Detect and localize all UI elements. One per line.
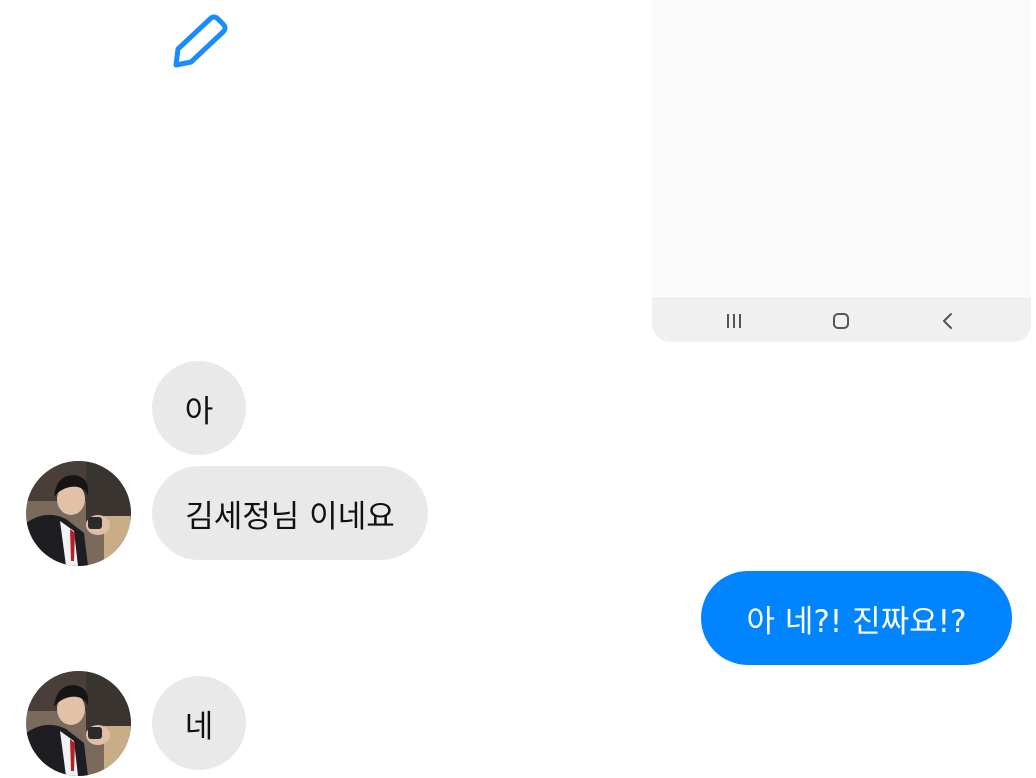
edit-button[interactable]	[164, 8, 232, 74]
avatar[interactable]	[26, 461, 131, 566]
system-navigation-bar	[652, 298, 1031, 342]
chat-screen: 아 김세정님 이네요 아 네?! 진짜요!? 네	[0, 0, 1036, 778]
incoming-message-bubble[interactable]: 네	[152, 676, 246, 770]
avatar-photo	[26, 671, 131, 776]
incoming-message-bubble[interactable]: 아	[152, 361, 246, 455]
pencil-icon	[173, 14, 228, 68]
back-chevron-icon	[943, 312, 952, 329]
recent-apps-button[interactable]	[704, 299, 764, 342]
avatar[interactable]	[26, 671, 131, 776]
back-button[interactable]	[918, 299, 978, 342]
outgoing-message-bubble[interactable]: 아 네?! 진짜요!?	[701, 571, 1012, 665]
home-button[interactable]	[811, 299, 871, 342]
recent-apps-icon	[727, 313, 741, 328]
phone-screen-panel	[652, 0, 1031, 342]
avatar-photo	[26, 461, 131, 566]
incoming-message-bubble[interactable]: 김세정님 이네요	[152, 466, 428, 560]
home-icon	[833, 312, 849, 329]
